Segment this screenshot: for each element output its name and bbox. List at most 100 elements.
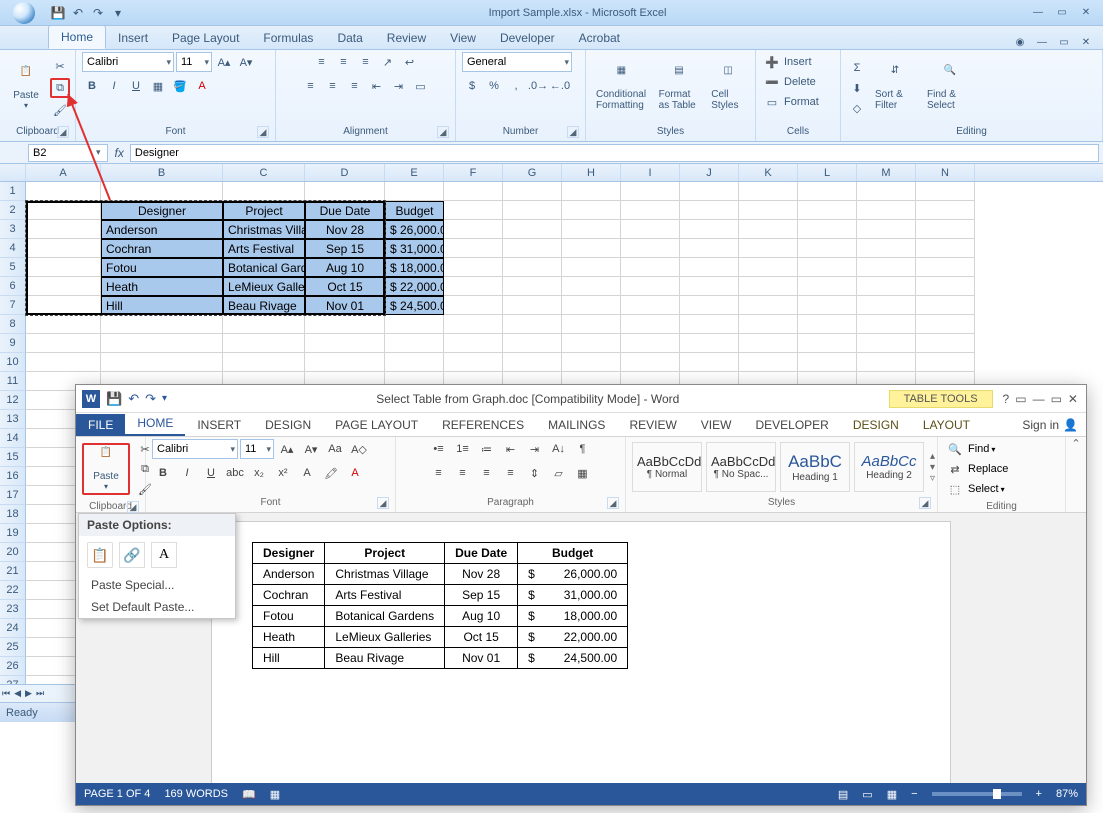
row-header[interactable]: 23 <box>0 600 26 619</box>
word-table-cell[interactable]: $18,000.00 <box>518 606 628 627</box>
word-table-cell[interactable]: Fotou <box>253 606 325 627</box>
status-page[interactable]: PAGE 1 OF 4 <box>84 788 150 800</box>
row-header[interactable]: 25 <box>0 638 26 657</box>
cell[interactable] <box>680 315 739 334</box>
cell[interactable] <box>26 277 101 296</box>
clipboard-launcher-icon[interactable]: ◢ <box>57 126 69 138</box>
word-styles-launcher-icon[interactable]: ◢ <box>919 497 931 509</box>
word-select-label[interactable]: Select <box>968 483 999 495</box>
cell[interactable]: Christmas Village <box>223 220 305 239</box>
tab-data[interactable]: Data <box>325 27 374 49</box>
cell[interactable] <box>680 334 739 353</box>
para-justify-icon[interactable]: ≡ <box>500 463 522 483</box>
word-table-cell[interactable]: $24,500.00 <box>518 648 628 669</box>
cut-icon[interactable]: ✂ <box>50 56 70 76</box>
word-table-cell[interactable]: Heath <box>253 627 325 648</box>
cell[interactable] <box>444 258 503 277</box>
cell[interactable] <box>305 182 385 201</box>
row-header[interactable]: 5 <box>0 258 26 277</box>
cell[interactable] <box>857 277 916 296</box>
alignment-launcher-icon[interactable]: ◢ <box>437 126 449 138</box>
row-header[interactable]: 4 <box>0 239 26 258</box>
cell[interactable] <box>385 334 444 353</box>
cell[interactable]: Oct 15 <box>305 277 385 296</box>
format-icon[interactable]: ▭ <box>762 92 782 112</box>
word-table-row[interactable]: AndersonChristmas VillageNov 28$26,000.0… <box>253 564 628 585</box>
cell[interactable] <box>305 334 385 353</box>
word-text-effects-icon[interactable]: A <box>296 463 318 483</box>
word-table-header[interactable]: Designer <box>253 543 325 564</box>
word-table-cell[interactable]: Cochran <box>253 585 325 606</box>
cell[interactable]: $ 24,500.00 <box>385 296 444 315</box>
word-pasted-table[interactable]: DesignerProjectDue DateBudgetAndersonChr… <box>252 542 628 669</box>
row-header[interactable]: 7 <box>0 296 26 315</box>
sort-para-icon[interactable]: A↓ <box>548 439 570 459</box>
cell[interactable]: Heath <box>101 277 223 296</box>
restore-icon[interactable]: ▭ <box>1053 6 1071 20</box>
row-header[interactable]: 9 <box>0 334 26 353</box>
dec-indent-icon[interactable]: ⇤ <box>367 76 387 96</box>
cell[interactable] <box>444 220 503 239</box>
view-read-icon[interactable]: ▭ <box>862 788 872 801</box>
cell[interactable] <box>26 296 101 315</box>
cell[interactable] <box>621 220 680 239</box>
word-tab-references[interactable]: REFERENCES <box>430 414 536 436</box>
word-document-area[interactable]: Paste Options: 📋 🔗 A Paste Special... Se… <box>76 513 1086 783</box>
col-header[interactable]: M <box>857 164 916 181</box>
cell[interactable] <box>26 201 101 220</box>
orientation-icon[interactable]: ↗ <box>378 52 398 72</box>
undo-icon[interactable]: ↶ <box>70 5 86 21</box>
col-header[interactable]: D <box>305 164 385 181</box>
word-strike-icon[interactable]: abc <box>224 463 246 483</box>
cell[interactable] <box>916 334 975 353</box>
cell[interactable] <box>680 239 739 258</box>
ribbon-options-icon[interactable]: ▭ <box>1015 392 1026 406</box>
row-header[interactable]: 14 <box>0 429 26 448</box>
minimize-icon[interactable]: — <box>1029 6 1047 20</box>
col-header[interactable]: E <box>385 164 444 181</box>
word-tab-developer[interactable]: DEVELOPER <box>743 414 840 436</box>
word-table-cell[interactable]: Anderson <box>253 564 325 585</box>
shrink-font-icon[interactable]: A▾ <box>236 52 256 72</box>
status-proof-icon[interactable]: 📖 <box>242 788 256 801</box>
styles-scroll-down-icon[interactable]: ▾ <box>930 462 935 473</box>
comma-icon[interactable]: , <box>506 76 526 96</box>
cell[interactable] <box>680 220 739 239</box>
currency-icon[interactable]: $ <box>462 76 482 96</box>
word-select-icon[interactable]: ⬚ <box>944 479 966 499</box>
cell[interactable] <box>621 315 680 334</box>
paste-special-item[interactable]: Paste Special... <box>79 574 235 596</box>
cell[interactable] <box>503 220 562 239</box>
word-table-cell[interactable]: $26,000.00 <box>518 564 628 585</box>
tab-view[interactable]: View <box>438 27 488 49</box>
cell[interactable] <box>621 239 680 258</box>
word-table-cell[interactable]: Oct 15 <box>445 627 518 648</box>
word-table-header[interactable]: Project <box>325 543 445 564</box>
word-sub-icon[interactable]: x₂ <box>248 463 270 483</box>
font-color-icon[interactable]: A <box>192 76 212 96</box>
word-font-color-icon[interactable]: A <box>344 463 366 483</box>
row-header[interactable]: 1 <box>0 182 26 201</box>
word-sup-icon[interactable]: x² <box>272 463 294 483</box>
underline-icon[interactable]: U <box>126 76 146 96</box>
merge-icon[interactable]: ▭ <box>411 76 431 96</box>
cell[interactable] <box>444 334 503 353</box>
namebox-dropdown-icon[interactable]: ▾ <box>96 147 101 158</box>
save-icon[interactable]: 💾 <box>50 5 66 21</box>
word-tab-mailings[interactable]: MAILINGS <box>536 414 617 436</box>
cell[interactable] <box>26 239 101 258</box>
status-macro-icon[interactable]: ▦ <box>270 788 280 801</box>
cell[interactable] <box>739 296 798 315</box>
cell[interactable] <box>562 315 621 334</box>
word-table-cell[interactable]: Christmas Village <box>325 564 445 585</box>
cell[interactable] <box>444 315 503 334</box>
bullets-icon[interactable]: •≡ <box>428 439 450 459</box>
col-header[interactable]: B <box>101 164 223 181</box>
word-table-row[interactable]: FotouBotanical GardensAug 10$18,000.00 <box>253 606 628 627</box>
word-table-cell[interactable]: Botanical Gardens <box>325 606 445 627</box>
shading-icon[interactable]: ▱ <box>548 463 570 483</box>
cell[interactable] <box>857 182 916 201</box>
cell[interactable] <box>562 239 621 258</box>
first-sheet-icon[interactable]: ⏮ <box>0 688 12 699</box>
word-table-cell[interactable]: LeMieux Galleries <box>325 627 445 648</box>
